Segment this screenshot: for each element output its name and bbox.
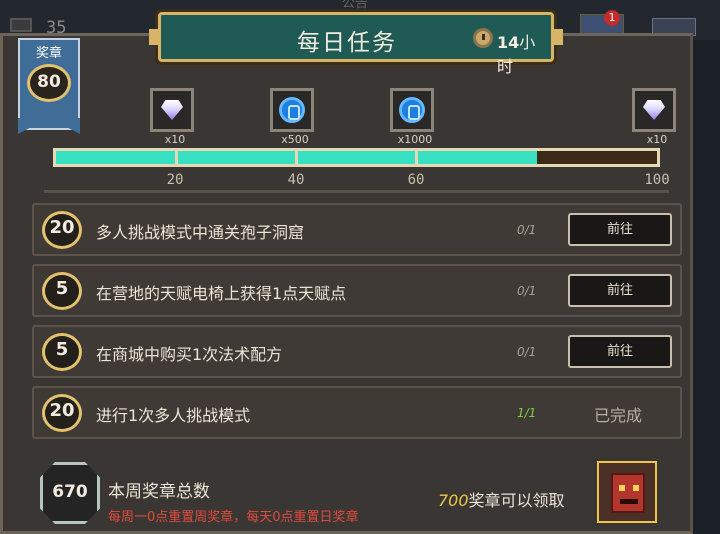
title-banner: 每日任务 14小时 [149,12,563,76]
milestone-label: 100 [644,172,670,188]
reset-note: 每周一0点重置周奖章，每天0点重置日奖章 [108,510,359,525]
claim-info: 700奖章可以领取 [438,487,565,511]
weekly-total-label: 本周奖章总数 [108,482,210,502]
task-progress: 0/1 [517,223,537,237]
timer-value: 14 [497,33,520,52]
go-button[interactable]: 前往 [568,274,672,307]
task-description: 多人挑战模式中通关孢子洞窟 [96,223,305,242]
reward-qty: x10 [646,133,668,146]
diamond-icon [161,100,183,120]
task-row: 20 进行1次多人挑战模式 1/1 已完成 [32,386,682,439]
reward-qty: x500 [281,133,309,146]
progress-tick [295,148,298,167]
announcement-label: 公告 [342,0,369,11]
go-button[interactable]: 前往 [568,213,672,246]
completed-label: 已完成 [594,406,643,425]
task-progress: 0/1 [517,345,537,359]
task-description: 在商城中购买1次法术配方 [96,345,283,364]
task-description: 进行1次多人挑战模式 [96,406,251,425]
progress-tick [175,148,178,167]
claim-threshold: 700 [438,491,469,510]
reward-qty: x1000 [397,133,433,146]
task-row: 5 在商城中购买1次法术配方 0/1 前往 [32,325,682,378]
currency-icon [10,18,32,32]
weekly-medal-total: 670 [52,482,88,502]
task-progress: 0/1 [517,284,537,298]
go-button[interactable]: 前往 [568,335,672,368]
reward-diamond-1[interactable] [150,88,194,132]
task-progress: 1/1 [517,406,537,420]
blue-coin-icon [279,97,305,123]
diamond-icon [643,100,665,120]
task-points: 20 [49,217,75,238]
task-points: 20 [49,400,75,421]
demon-chest-icon[interactable] [597,461,657,523]
task-description: 在营地的天赋电椅上获得1点天赋点 [96,284,347,303]
reward-coin-1[interactable] [270,88,314,132]
task-row: 5 在营地的天赋电椅上获得1点天赋点 0/1 前往 [32,264,682,317]
medal-count: 80 [37,72,61,92]
reward-qty: x10 [164,133,186,146]
reset-timer: 14小时 [497,29,551,77]
task-points: 5 [55,339,69,360]
divider [44,190,669,193]
task-points: 5 [55,278,69,299]
progress-tick [415,148,418,167]
medal-progress-bar [53,148,660,167]
clock-icon [473,28,493,48]
reward-coin-2[interactable] [390,88,434,132]
notification-badge: 1 [604,10,620,26]
milestone-label: 20 [166,172,184,188]
ribbon-label: 奖章 [35,46,62,61]
task-row: 20 多人挑战模式中通关孢子洞窟 0/1 前往 [32,203,682,256]
milestone-label: 60 [407,172,425,188]
reward-diamond-2[interactable] [632,88,676,132]
milestone-label: 40 [287,172,305,188]
claim-text: 奖章可以领取 [468,491,565,510]
blue-coin-icon [399,97,425,123]
